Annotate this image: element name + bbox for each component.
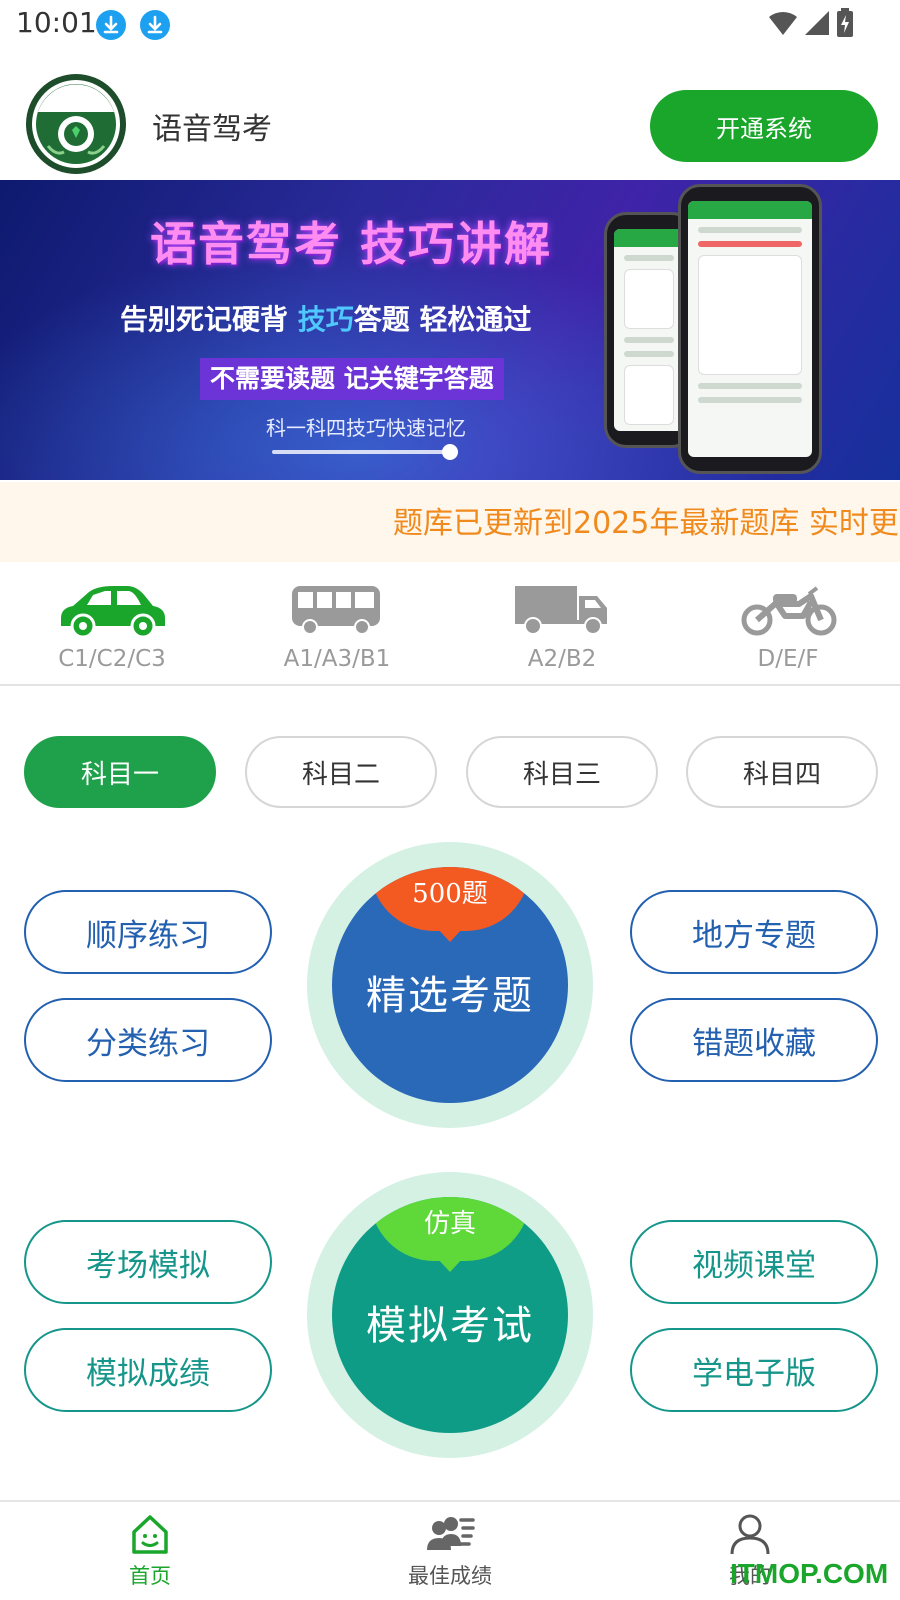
category-practice-button[interactable]: 分类练习 (24, 998, 272, 1082)
badge-pointer (437, 928, 463, 942)
vehicle-tab-d[interactable]: D/E/F (688, 580, 888, 680)
notice-bar: 题库已更新到2025年最新题库 实时更 (0, 482, 900, 562)
wrong-questions-button[interactable]: 错题收藏 (630, 998, 878, 1082)
subject-tab-1[interactable]: 科目一 (24, 736, 216, 808)
battery-icon (837, 8, 853, 37)
vehicle-label: A2/B2 (527, 646, 597, 672)
nav-home[interactable]: 首页 (70, 1512, 230, 1600)
vehicle-tab-c1[interactable]: C1/C2/C3 (12, 580, 212, 680)
selected-questions-ring: 500题 精选考题 (307, 842, 593, 1128)
banner-title: 语音驾考 技巧讲解 (150, 217, 553, 271)
simulation-badge: 仿真 (370, 1197, 530, 1261)
selected-questions-label: 精选考题 (366, 973, 534, 1019)
exam-room-sim-button[interactable]: 考场模拟 (24, 1220, 272, 1304)
vehicle-tab-a2[interactable]: A2/B2 (462, 580, 662, 680)
car-icon (61, 586, 165, 639)
promo-banner[interactable]: 语音驾考 技巧讲解 告别死记硬背 技巧答题 轻松通过 不需要读题 记关键字答题 … (0, 180, 900, 480)
phone-mockup-front (678, 184, 822, 474)
watermark: ITMOP.COM (730, 1558, 889, 1589)
vehicle-type-tabs: C1/C2/C3 A1/A3/B1 A2/B2 D/E/F (0, 580, 900, 686)
download-icon (140, 10, 170, 40)
subject-tab-3[interactable]: 科目三 (466, 736, 658, 808)
app-logo (26, 74, 126, 174)
truck-icon (515, 586, 607, 635)
app-header: 语音驾考 开通系统 (0, 62, 900, 180)
status-bar: 10:01 (0, 0, 900, 50)
download-icon (96, 10, 126, 40)
vehicle-label: C1/C2/C3 (58, 646, 166, 672)
nav-best-scores[interactable]: 最佳成绩 (370, 1512, 530, 1600)
selected-questions-button[interactable]: 500题 精选考题 (332, 867, 568, 1103)
banner-indicator-dot[interactable] (442, 444, 458, 460)
badge-pointer (437, 1258, 463, 1272)
app-name: 语音驾考 (152, 112, 272, 147)
question-count-badge: 500题 (370, 867, 530, 931)
vehicle-label: A1/A3/B1 (283, 646, 391, 672)
banner-subtitle-part2: 答题 轻松通过 (353, 303, 532, 336)
banner-caption: 科一科四技巧快速记忆 (266, 416, 466, 440)
open-system-button[interactable]: 开通系统 (650, 90, 878, 162)
mock-exam-label: 模拟考试 (366, 1303, 534, 1349)
mock-exam-button[interactable]: 仿真 模拟考试 (332, 1197, 568, 1433)
system-icons (768, 8, 854, 38)
mock-scores-button[interactable]: 模拟成绩 (24, 1328, 272, 1412)
banner-subtitle: 告别死记硬背 技巧答题 轻松通过 (120, 298, 532, 338)
nav-label: 首页 (129, 1564, 171, 1588)
home-icon (132, 1515, 168, 1554)
subject-tab-2[interactable]: 科目二 (245, 736, 437, 808)
nav-label: 最佳成绩 (408, 1564, 492, 1588)
status-time: 10:01 (16, 6, 97, 39)
signal-icon (805, 11, 829, 35)
subject-tab-4[interactable]: 科目四 (686, 736, 878, 808)
local-topics-button[interactable]: 地方专题 (630, 890, 878, 974)
vehicle-tab-a1[interactable]: A1/A3/B1 (237, 580, 437, 680)
banner-subtitle-highlight: 技巧 (297, 303, 354, 336)
wifi-icon (769, 11, 797, 35)
ebook-button[interactable]: 学电子版 (630, 1328, 878, 1412)
video-class-button[interactable]: 视频课堂 (630, 1220, 878, 1304)
banner-tag: 不需要读题 记关键字答题 (200, 358, 504, 400)
ranking-icon (427, 1517, 475, 1550)
banner-subtitle-part1: 告别死记硬背 (120, 303, 298, 336)
motorcycle-icon (741, 586, 837, 636)
notice-text: 题库已更新到2025年最新题库 实时更 (393, 506, 899, 541)
bus-icon (292, 586, 380, 635)
vehicle-label: D/E/F (757, 646, 819, 672)
banner-indicator-bar (272, 450, 452, 454)
sequential-practice-button[interactable]: 顺序练习 (24, 890, 272, 974)
mock-exam-ring: 仿真 模拟考试 (307, 1172, 593, 1458)
user-icon (730, 1514, 770, 1555)
